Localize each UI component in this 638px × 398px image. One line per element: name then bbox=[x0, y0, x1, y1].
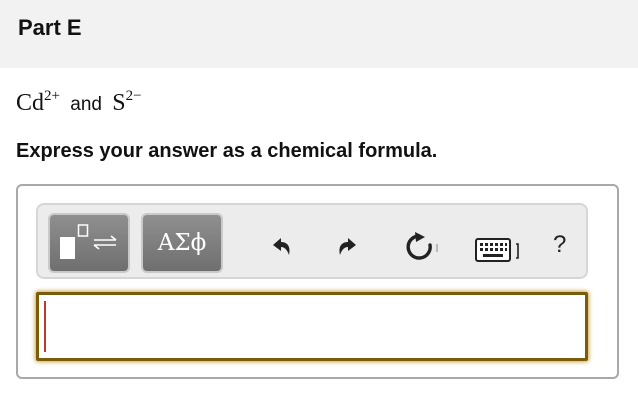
connector-word: and bbox=[70, 94, 102, 115]
symbols-button[interactable]: ΑΣϕ bbox=[141, 213, 223, 273]
part-title: Part E bbox=[18, 15, 82, 40]
ion2-symbol: S bbox=[112, 90, 126, 116]
ion1-symbol: Cd bbox=[16, 90, 45, 116]
help-button[interactable]: ? bbox=[553, 231, 566, 259]
ion1-charge: 2+ bbox=[44, 88, 60, 104]
ion2-charge: 2− bbox=[125, 88, 142, 104]
templates-button[interactable] bbox=[48, 213, 130, 273]
question-text: Cd2+ and S2− bbox=[16, 88, 142, 117]
reset-icon[interactable] bbox=[403, 230, 443, 264]
redo-icon[interactable] bbox=[334, 231, 364, 261]
templates-icon bbox=[60, 224, 117, 259]
text-caret bbox=[44, 301, 46, 352]
keyboard-icon[interactable] bbox=[474, 236, 524, 266]
instruction-text: Express your answer as a chemical formul… bbox=[16, 140, 438, 162]
undo-icon[interactable] bbox=[265, 231, 295, 261]
part-header: Part E bbox=[0, 0, 638, 68]
answer-input[interactable] bbox=[36, 292, 588, 361]
